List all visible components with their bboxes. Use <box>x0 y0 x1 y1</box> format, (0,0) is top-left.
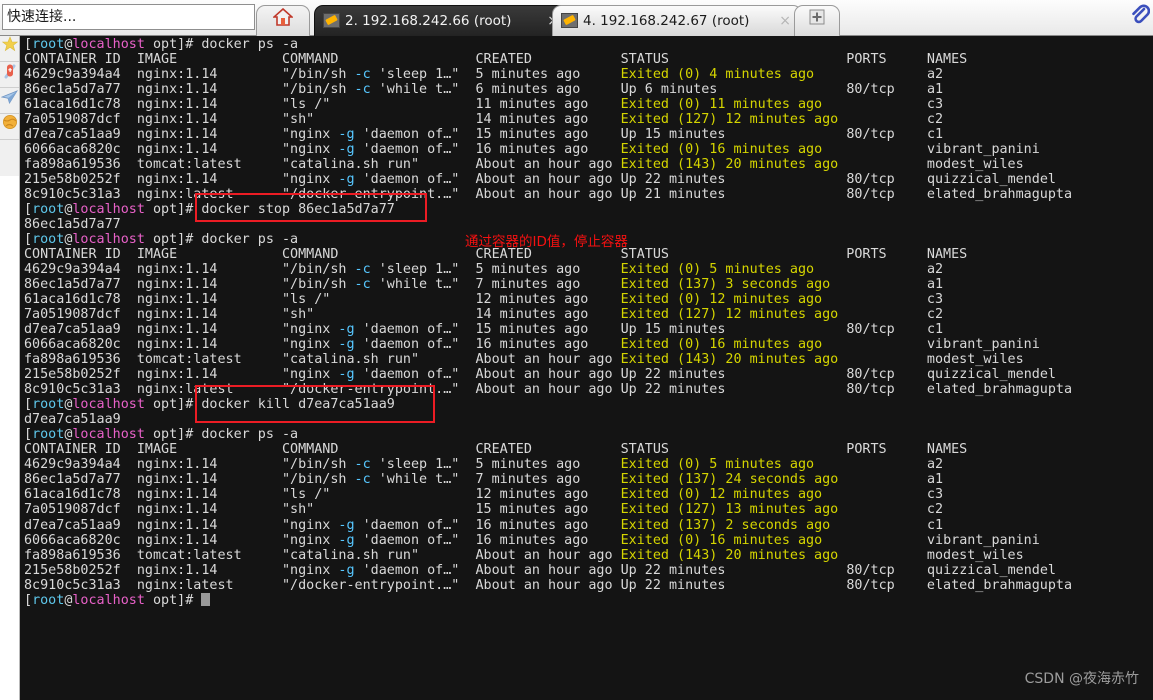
home-tab-button[interactable] <box>256 5 310 36</box>
favorites-star-icon <box>1 36 18 56</box>
tab-label: 2. 192.168.242.66 (root) <box>345 13 512 29</box>
tab-label: 4. 192.168.242.67 (root) <box>583 13 750 29</box>
table-row: d7ea7ca51aa9 nginx:1.14 "nginx -g 'daemo… <box>24 517 944 533</box>
table-row: 215e58b0252f nginx:1.14 "nginx -g 'daemo… <box>24 172 1056 188</box>
command-line-prompt-final: [root@localhost opt]# <box>24 592 1072 608</box>
table-row: d7ea7ca51aa9 nginx:1.14 "nginx -g 'daemo… <box>24 127 944 143</box>
command-line-ps-3: [root@localhost opt]# docker ps -a <box>24 427 299 443</box>
sidebar-item-favorites[interactable] <box>0 36 19 62</box>
table-row: 7a0519087dcf nginx:1.14 "sh" 14 minutes … <box>24 307 944 323</box>
command-line-kill: [root@localhost opt]# docker kill d7ea7c… <box>24 397 395 413</box>
table-row: 215e58b0252f nginx:1.14 "nginx -g 'daemo… <box>24 367 1056 383</box>
annotation-note: 通过容器的ID值，停止容器 <box>465 234 628 250</box>
left-icon-rail <box>0 36 20 700</box>
sidebar-item-send[interactable] <box>0 88 19 114</box>
table-row: 6066aca6820c nginx:1.14 "nginx -g 'daemo… <box>24 142 1040 158</box>
tab-close-icon[interactable]: × <box>779 6 791 36</box>
command-line-ps-1: [root@localhost opt]# docker ps -a <box>24 37 299 52</box>
terminal-key-icon <box>561 13 578 28</box>
send-paper-plane-icon <box>0 90 18 108</box>
terminal-output-pane[interactable]: [root@localhost opt]# docker ps -a CONTAI… <box>20 36 1153 700</box>
terminal-cursor <box>201 592 210 606</box>
watermark: CSDN @夜海赤竹 <box>1024 671 1139 687</box>
table-row: 4629c9a394a4 nginx:1.14 "/bin/sh -c 'sle… <box>24 457 944 473</box>
globe-icon <box>2 115 18 134</box>
table-header-row: CONTAINER ID IMAGE COMMAND CREATED STATU… <box>24 442 968 458</box>
home-icon <box>271 7 295 31</box>
sidebar-item-globe[interactable] <box>0 114 19 140</box>
table-row: 61aca16d1c78 nginx:1.14 "ls /" 12 minute… <box>24 292 944 308</box>
table-row: 86ec1a5d7a77 nginx:1.14 "/bin/sh -c 'whi… <box>24 472 944 488</box>
command-line-stop: [root@localhost opt]# docker stop 86ec1a… <box>24 202 395 218</box>
table-row: 8c910c5c31a3 nginx:latest "/docker-entry… <box>24 382 1073 398</box>
rail-empty-area <box>0 176 19 700</box>
table-row: fa898a619536 tomcat:latest "catalina.sh … <box>24 157 1024 173</box>
terminal-text: [root@localhost opt]# docker ps -a CONTAI… <box>24 37 1072 608</box>
table-row: 7a0519087dcf nginx:1.14 "sh" 14 minutes … <box>24 112 944 128</box>
table-row: 4629c9a394a4 nginx:1.14 "/bin/sh -c 'sle… <box>24 67 944 83</box>
paperclip-icon[interactable] <box>1129 4 1151 30</box>
terminal-key-icon <box>323 13 340 28</box>
table-row: 215e58b0252f nginx:1.14 "nginx -g 'daemo… <box>24 562 1056 578</box>
new-tab-button[interactable] <box>794 5 840 36</box>
table-row: 86ec1a5d7a77 nginx:1.14 "/bin/sh -c 'whi… <box>24 277 944 293</box>
toolbox-knife-icon <box>2 64 18 84</box>
table-header-row: CONTAINER ID IMAGE COMMAND CREATED STATU… <box>24 52 968 68</box>
table-row: 86ec1a5d7a77 nginx:1.14 "/bin/sh -c 'whi… <box>24 82 944 98</box>
tab-terminal-2[interactable]: 4. 192.168.242.67 (root) × <box>552 5 802 36</box>
tab-terminal-1[interactable]: 2. 192.168.242.66 (root) × <box>314 5 570 36</box>
table-row: 8c910c5c31a3 nginx:latest "/docker-entry… <box>24 577 1073 593</box>
table-row: 6066aca6820c nginx:1.14 "nginx -g 'daemo… <box>24 532 1040 548</box>
table-row: 61aca16d1c78 nginx:1.14 "ls /" 11 minute… <box>24 97 944 113</box>
table-row: 8c910c5c31a3 nginx:latest "/docker-entry… <box>24 187 1073 203</box>
plus-icon <box>809 9 825 29</box>
table-row: d7ea7ca51aa9 nginx:1.14 "nginx -g 'daemo… <box>24 322 944 338</box>
table-row: fa898a619536 tomcat:latest "catalina.sh … <box>24 547 1024 563</box>
sidebar-item-toolbox[interactable] <box>0 62 19 88</box>
window-tab-bar: 快速连接... 2. 192.168.242.66 (root) × 4. 19… <box>0 0 1153 36</box>
table-row: fa898a619536 tomcat:latest "catalina.sh … <box>24 352 1024 368</box>
command-output-kill: d7ea7ca51aa9 <box>24 412 121 428</box>
table-row: 4629c9a394a4 nginx:1.14 "/bin/sh -c 'sle… <box>24 262 944 278</box>
table-row: 61aca16d1c78 nginx:1.14 "ls /" 12 minute… <box>24 487 944 503</box>
quick-connect-input[interactable]: 快速连接... <box>2 4 255 30</box>
table-row: 6066aca6820c nginx:1.14 "nginx -g 'daemo… <box>24 337 1040 353</box>
table-row: 7a0519087dcf nginx:1.14 "sh" 15 minutes … <box>24 502 944 518</box>
